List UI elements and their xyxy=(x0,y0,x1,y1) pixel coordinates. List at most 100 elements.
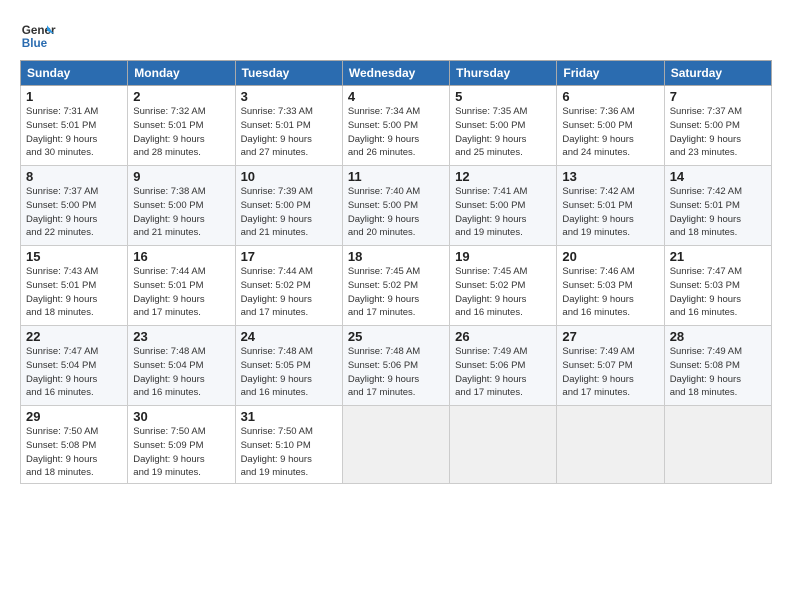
calendar-cell xyxy=(664,406,771,484)
day-info: Sunrise: 7:33 AM Sunset: 5:01 PM Dayligh… xyxy=(241,105,337,160)
day-number: 13 xyxy=(562,169,658,184)
calendar-cell: 30Sunrise: 7:50 AM Sunset: 5:09 PM Dayli… xyxy=(128,406,235,484)
calendar-table: SundayMondayTuesdayWednesdayThursdayFrid… xyxy=(20,60,772,484)
day-number: 26 xyxy=(455,329,551,344)
calendar-cell: 28Sunrise: 7:49 AM Sunset: 5:08 PM Dayli… xyxy=(664,326,771,406)
day-number: 18 xyxy=(348,249,444,264)
day-number: 14 xyxy=(670,169,766,184)
day-info: Sunrise: 7:34 AM Sunset: 5:00 PM Dayligh… xyxy=(348,105,444,160)
calendar-cell: 24Sunrise: 7:48 AM Sunset: 5:05 PM Dayli… xyxy=(235,326,342,406)
calendar-cell: 27Sunrise: 7:49 AM Sunset: 5:07 PM Dayli… xyxy=(557,326,664,406)
day-info: Sunrise: 7:38 AM Sunset: 5:00 PM Dayligh… xyxy=(133,185,229,240)
logo-icon: General Blue xyxy=(20,18,56,54)
calendar-cell: 10Sunrise: 7:39 AM Sunset: 5:00 PM Dayli… xyxy=(235,166,342,246)
calendar-cell: 2Sunrise: 7:32 AM Sunset: 5:01 PM Daylig… xyxy=(128,86,235,166)
calendar-cell: 8Sunrise: 7:37 AM Sunset: 5:00 PM Daylig… xyxy=(21,166,128,246)
day-number: 31 xyxy=(241,409,337,424)
calendar-week-row: 8Sunrise: 7:37 AM Sunset: 5:00 PM Daylig… xyxy=(21,166,772,246)
calendar-cell: 14Sunrise: 7:42 AM Sunset: 5:01 PM Dayli… xyxy=(664,166,771,246)
calendar-header-row: SundayMondayTuesdayWednesdayThursdayFrid… xyxy=(21,61,772,86)
weekday-header: Wednesday xyxy=(342,61,449,86)
day-info: Sunrise: 7:47 AM Sunset: 5:04 PM Dayligh… xyxy=(26,345,122,400)
day-number: 8 xyxy=(26,169,122,184)
day-number: 17 xyxy=(241,249,337,264)
page-container: General Blue SundayMondayTuesdayWednesda… xyxy=(0,0,792,494)
calendar-cell: 9Sunrise: 7:38 AM Sunset: 5:00 PM Daylig… xyxy=(128,166,235,246)
day-number: 16 xyxy=(133,249,229,264)
day-number: 7 xyxy=(670,89,766,104)
calendar-cell: 6Sunrise: 7:36 AM Sunset: 5:00 PM Daylig… xyxy=(557,86,664,166)
day-info: Sunrise: 7:48 AM Sunset: 5:06 PM Dayligh… xyxy=(348,345,444,400)
calendar-cell: 15Sunrise: 7:43 AM Sunset: 5:01 PM Dayli… xyxy=(21,246,128,326)
calendar-cell: 11Sunrise: 7:40 AM Sunset: 5:00 PM Dayli… xyxy=(342,166,449,246)
day-number: 9 xyxy=(133,169,229,184)
calendar-cell: 5Sunrise: 7:35 AM Sunset: 5:00 PM Daylig… xyxy=(450,86,557,166)
day-number: 27 xyxy=(562,329,658,344)
calendar-cell: 1Sunrise: 7:31 AM Sunset: 5:01 PM Daylig… xyxy=(21,86,128,166)
calendar-cell: 31Sunrise: 7:50 AM Sunset: 5:10 PM Dayli… xyxy=(235,406,342,484)
weekday-header: Tuesday xyxy=(235,61,342,86)
day-number: 29 xyxy=(26,409,122,424)
weekday-header: Friday xyxy=(557,61,664,86)
calendar-cell: 13Sunrise: 7:42 AM Sunset: 5:01 PM Dayli… xyxy=(557,166,664,246)
calendar-cell: 29Sunrise: 7:50 AM Sunset: 5:08 PM Dayli… xyxy=(21,406,128,484)
header: General Blue xyxy=(20,18,772,54)
calendar-cell: 18Sunrise: 7:45 AM Sunset: 5:02 PM Dayli… xyxy=(342,246,449,326)
day-number: 30 xyxy=(133,409,229,424)
calendar-cell xyxy=(342,406,449,484)
day-info: Sunrise: 7:37 AM Sunset: 5:00 PM Dayligh… xyxy=(670,105,766,160)
day-info: Sunrise: 7:43 AM Sunset: 5:01 PM Dayligh… xyxy=(26,265,122,320)
day-number: 11 xyxy=(348,169,444,184)
calendar-cell: 20Sunrise: 7:46 AM Sunset: 5:03 PM Dayli… xyxy=(557,246,664,326)
day-info: Sunrise: 7:32 AM Sunset: 5:01 PM Dayligh… xyxy=(133,105,229,160)
day-info: Sunrise: 7:50 AM Sunset: 5:08 PM Dayligh… xyxy=(26,425,122,480)
day-number: 22 xyxy=(26,329,122,344)
logo: General Blue xyxy=(20,18,56,54)
day-number: 10 xyxy=(241,169,337,184)
calendar-week-row: 22Sunrise: 7:47 AM Sunset: 5:04 PM Dayli… xyxy=(21,326,772,406)
day-info: Sunrise: 7:49 AM Sunset: 5:08 PM Dayligh… xyxy=(670,345,766,400)
day-number: 19 xyxy=(455,249,551,264)
day-info: Sunrise: 7:47 AM Sunset: 5:03 PM Dayligh… xyxy=(670,265,766,320)
calendar-cell: 7Sunrise: 7:37 AM Sunset: 5:00 PM Daylig… xyxy=(664,86,771,166)
day-number: 15 xyxy=(26,249,122,264)
day-info: Sunrise: 7:41 AM Sunset: 5:00 PM Dayligh… xyxy=(455,185,551,240)
weekday-header: Thursday xyxy=(450,61,557,86)
day-number: 20 xyxy=(562,249,658,264)
day-info: Sunrise: 7:31 AM Sunset: 5:01 PM Dayligh… xyxy=(26,105,122,160)
calendar-cell xyxy=(450,406,557,484)
weekday-header: Sunday xyxy=(21,61,128,86)
day-number: 24 xyxy=(241,329,337,344)
day-number: 25 xyxy=(348,329,444,344)
day-info: Sunrise: 7:45 AM Sunset: 5:02 PM Dayligh… xyxy=(455,265,551,320)
calendar-cell: 25Sunrise: 7:48 AM Sunset: 5:06 PM Dayli… xyxy=(342,326,449,406)
day-number: 21 xyxy=(670,249,766,264)
calendar-cell: 16Sunrise: 7:44 AM Sunset: 5:01 PM Dayli… xyxy=(128,246,235,326)
day-info: Sunrise: 7:40 AM Sunset: 5:00 PM Dayligh… xyxy=(348,185,444,240)
calendar-cell: 22Sunrise: 7:47 AM Sunset: 5:04 PM Dayli… xyxy=(21,326,128,406)
calendar-cell: 4Sunrise: 7:34 AM Sunset: 5:00 PM Daylig… xyxy=(342,86,449,166)
day-info: Sunrise: 7:50 AM Sunset: 5:09 PM Dayligh… xyxy=(133,425,229,480)
calendar-cell: 3Sunrise: 7:33 AM Sunset: 5:01 PM Daylig… xyxy=(235,86,342,166)
weekday-header: Monday xyxy=(128,61,235,86)
day-number: 12 xyxy=(455,169,551,184)
day-info: Sunrise: 7:45 AM Sunset: 5:02 PM Dayligh… xyxy=(348,265,444,320)
calendar-week-row: 15Sunrise: 7:43 AM Sunset: 5:01 PM Dayli… xyxy=(21,246,772,326)
calendar-week-row: 29Sunrise: 7:50 AM Sunset: 5:08 PM Dayli… xyxy=(21,406,772,484)
day-info: Sunrise: 7:44 AM Sunset: 5:02 PM Dayligh… xyxy=(241,265,337,320)
calendar-cell: 23Sunrise: 7:48 AM Sunset: 5:04 PM Dayli… xyxy=(128,326,235,406)
day-info: Sunrise: 7:50 AM Sunset: 5:10 PM Dayligh… xyxy=(241,425,337,480)
day-info: Sunrise: 7:42 AM Sunset: 5:01 PM Dayligh… xyxy=(670,185,766,240)
day-number: 3 xyxy=(241,89,337,104)
day-info: Sunrise: 7:46 AM Sunset: 5:03 PM Dayligh… xyxy=(562,265,658,320)
day-number: 1 xyxy=(26,89,122,104)
day-info: Sunrise: 7:48 AM Sunset: 5:05 PM Dayligh… xyxy=(241,345,337,400)
day-info: Sunrise: 7:48 AM Sunset: 5:04 PM Dayligh… xyxy=(133,345,229,400)
svg-text:Blue: Blue xyxy=(22,37,48,50)
calendar-week-row: 1Sunrise: 7:31 AM Sunset: 5:01 PM Daylig… xyxy=(21,86,772,166)
calendar-cell: 17Sunrise: 7:44 AM Sunset: 5:02 PM Dayli… xyxy=(235,246,342,326)
calendar-cell: 12Sunrise: 7:41 AM Sunset: 5:00 PM Dayli… xyxy=(450,166,557,246)
day-number: 28 xyxy=(670,329,766,344)
calendar-cell: 26Sunrise: 7:49 AM Sunset: 5:06 PM Dayli… xyxy=(450,326,557,406)
day-number: 23 xyxy=(133,329,229,344)
